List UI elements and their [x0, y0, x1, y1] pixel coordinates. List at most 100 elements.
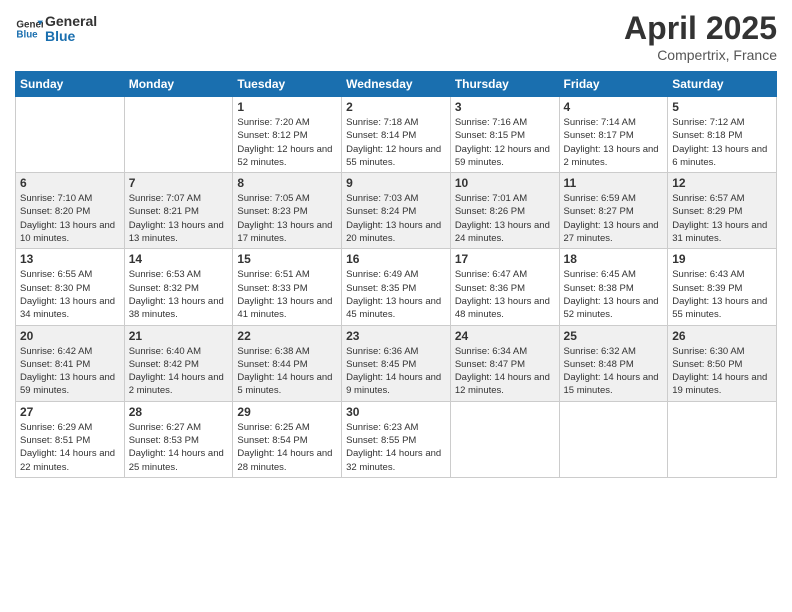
day-info: Sunrise: 7:12 AM Sunset: 8:18 PM Dayligh…: [672, 116, 772, 169]
day-info: Sunrise: 6:43 AM Sunset: 8:39 PM Dayligh…: [672, 268, 772, 321]
table-row: 10 Sunrise: 7:01 AM Sunset: 8:26 PM Dayli…: [450, 173, 559, 249]
day-info: Sunrise: 6:59 AM Sunset: 8:27 PM Dayligh…: [564, 192, 664, 245]
calendar-week-row: 6 Sunrise: 7:10 AM Sunset: 8:20 PM Daylig…: [16, 173, 777, 249]
calendar-table: Sunday Monday Tuesday Wednesday Thursday…: [15, 71, 777, 478]
col-wednesday: Wednesday: [342, 72, 451, 97]
table-row: 1Sunrise: 7:20 AM Sunset: 8:12 PM Daylig…: [233, 97, 342, 173]
table-row: 3 Sunrise: 7:16 AM Sunset: 8:15 PM Daylig…: [450, 97, 559, 173]
day-number: 9: [346, 176, 446, 190]
table-row: 14Sunrise: 6:53 AM Sunset: 8:32 PM Dayli…: [124, 249, 233, 325]
table-row: 8 Sunrise: 7:05 AM Sunset: 8:23 PM Daylig…: [233, 173, 342, 249]
day-number: 14: [129, 252, 229, 266]
calendar-week-row: 27Sunrise: 6:29 AM Sunset: 8:51 PM Dayli…: [16, 401, 777, 477]
day-number: 11: [564, 176, 664, 190]
day-info: Sunrise: 7:05 AM Sunset: 8:23 PM Dayligh…: [237, 192, 337, 245]
col-tuesday: Tuesday: [233, 72, 342, 97]
day-info: Sunrise: 7:16 AM Sunset: 8:15 PM Dayligh…: [455, 116, 555, 169]
calendar-week-row: 1Sunrise: 7:20 AM Sunset: 8:12 PM Daylig…: [16, 97, 777, 173]
table-row: 18Sunrise: 6:45 AM Sunset: 8:38 PM Dayli…: [559, 249, 668, 325]
table-row: 29 Sunrise: 6:25 AM Sunset: 8:54 PM Dayli…: [233, 401, 342, 477]
day-number: 25: [564, 329, 664, 343]
table-row: [559, 401, 668, 477]
day-info: Sunrise: 6:36 AM Sunset: 8:45 PM Dayligh…: [346, 345, 446, 398]
day-info: Sunrise: 6:30 AM Sunset: 8:50 PM Dayligh…: [672, 345, 772, 398]
table-row: 11 Sunrise: 6:59 AM Sunset: 8:27 PM Dayli…: [559, 173, 668, 249]
table-row: 6 Sunrise: 7:10 AM Sunset: 8:20 PM Daylig…: [16, 173, 125, 249]
day-number: 20: [20, 329, 120, 343]
day-info: Sunrise: 6:40 AM Sunset: 8:42 PM Dayligh…: [129, 345, 229, 398]
day-info: Sunrise: 6:51 AM Sunset: 8:33 PM Dayligh…: [237, 268, 337, 321]
day-number: 29: [237, 405, 337, 419]
day-info: Sunrise: 6:27 AM Sunset: 8:53 PM Dayligh…: [129, 421, 229, 474]
table-row: 30Sunrise: 6:23 AM Sunset: 8:55 PM Dayli…: [342, 401, 451, 477]
page: General Blue General Blue April 2025 Com…: [0, 0, 792, 612]
day-info: Sunrise: 7:20 AM Sunset: 8:12 PM Dayligh…: [237, 116, 337, 169]
day-info: Sunrise: 6:34 AM Sunset: 8:47 PM Dayligh…: [455, 345, 555, 398]
day-number: 2: [346, 100, 446, 114]
day-info: Sunrise: 6:49 AM Sunset: 8:35 PM Dayligh…: [346, 268, 446, 321]
col-saturday: Saturday: [668, 72, 777, 97]
table-row: 22 Sunrise: 6:38 AM Sunset: 8:44 PM Dayli…: [233, 325, 342, 401]
logo: General Blue General Blue: [15, 14, 97, 45]
day-number: 23: [346, 329, 446, 343]
table-row: [124, 97, 233, 173]
table-row: [450, 401, 559, 477]
day-number: 19: [672, 252, 772, 266]
col-friday: Friday: [559, 72, 668, 97]
day-info: Sunrise: 6:45 AM Sunset: 8:38 PM Dayligh…: [564, 268, 664, 321]
day-info: Sunrise: 6:25 AM Sunset: 8:54 PM Dayligh…: [237, 421, 337, 474]
logo-text-line1: General: [45, 14, 97, 29]
calendar-week-row: 13 Sunrise: 6:55 AM Sunset: 8:30 PM Dayli…: [16, 249, 777, 325]
table-row: 9 Sunrise: 7:03 AM Sunset: 8:24 PM Daylig…: [342, 173, 451, 249]
day-number: 4: [564, 100, 664, 114]
day-number: 12: [672, 176, 772, 190]
day-info: Sunrise: 7:03 AM Sunset: 8:24 PM Dayligh…: [346, 192, 446, 245]
day-info: Sunrise: 6:42 AM Sunset: 8:41 PM Dayligh…: [20, 345, 120, 398]
day-info: Sunrise: 6:55 AM Sunset: 8:30 PM Dayligh…: [20, 268, 120, 321]
svg-text:Blue: Blue: [16, 30, 38, 41]
table-row: 4 Sunrise: 7:14 AM Sunset: 8:17 PM Daylig…: [559, 97, 668, 173]
day-info: Sunrise: 7:07 AM Sunset: 8:21 PM Dayligh…: [129, 192, 229, 245]
day-number: 30: [346, 405, 446, 419]
logo-text-line2: Blue: [45, 29, 97, 44]
calendar-week-row: 20 Sunrise: 6:42 AM Sunset: 8:41 PM Dayli…: [16, 325, 777, 401]
table-row: 21Sunrise: 6:40 AM Sunset: 8:42 PM Dayli…: [124, 325, 233, 401]
calendar-title: April 2025: [624, 10, 777, 47]
day-number: 24: [455, 329, 555, 343]
day-number: 26: [672, 329, 772, 343]
calendar-header-row: Sunday Monday Tuesday Wednesday Thursday…: [16, 72, 777, 97]
table-row: 13 Sunrise: 6:55 AM Sunset: 8:30 PM Dayli…: [16, 249, 125, 325]
col-thursday: Thursday: [450, 72, 559, 97]
day-number: 7: [129, 176, 229, 190]
col-sunday: Sunday: [16, 72, 125, 97]
day-info: Sunrise: 6:38 AM Sunset: 8:44 PM Dayligh…: [237, 345, 337, 398]
table-row: 12Sunrise: 6:57 AM Sunset: 8:29 PM Dayli…: [668, 173, 777, 249]
table-row: 17 Sunrise: 6:47 AM Sunset: 8:36 PM Dayli…: [450, 249, 559, 325]
calendar-location: Compertrix, France: [624, 47, 777, 63]
table-row: 28 Sunrise: 6:27 AM Sunset: 8:53 PM Dayli…: [124, 401, 233, 477]
day-info: Sunrise: 6:47 AM Sunset: 8:36 PM Dayligh…: [455, 268, 555, 321]
table-row: 24 Sunrise: 6:34 AM Sunset: 8:47 PM Dayli…: [450, 325, 559, 401]
day-info: Sunrise: 7:01 AM Sunset: 8:26 PM Dayligh…: [455, 192, 555, 245]
day-info: Sunrise: 7:10 AM Sunset: 8:20 PM Dayligh…: [20, 192, 120, 245]
day-info: Sunrise: 6:32 AM Sunset: 8:48 PM Dayligh…: [564, 345, 664, 398]
table-row: 16Sunrise: 6:49 AM Sunset: 8:35 PM Dayli…: [342, 249, 451, 325]
day-info: Sunrise: 7:14 AM Sunset: 8:17 PM Dayligh…: [564, 116, 664, 169]
title-block: April 2025 Compertrix, France: [624, 10, 777, 63]
table-row: [668, 401, 777, 477]
logo-icon: General Blue: [15, 15, 43, 43]
table-row: 2Sunrise: 7:18 AM Sunset: 8:14 PM Daylig…: [342, 97, 451, 173]
day-number: 15: [237, 252, 337, 266]
day-number: 17: [455, 252, 555, 266]
table-row: 23 Sunrise: 6:36 AM Sunset: 8:45 PM Dayli…: [342, 325, 451, 401]
day-number: 22: [237, 329, 337, 343]
day-number: 13: [20, 252, 120, 266]
table-row: 20 Sunrise: 6:42 AM Sunset: 8:41 PM Dayli…: [16, 325, 125, 401]
table-row: [16, 97, 125, 173]
day-number: 6: [20, 176, 120, 190]
day-number: 8: [237, 176, 337, 190]
day-number: 28: [129, 405, 229, 419]
day-number: 10: [455, 176, 555, 190]
day-info: Sunrise: 6:29 AM Sunset: 8:51 PM Dayligh…: [20, 421, 120, 474]
day-number: 3: [455, 100, 555, 114]
